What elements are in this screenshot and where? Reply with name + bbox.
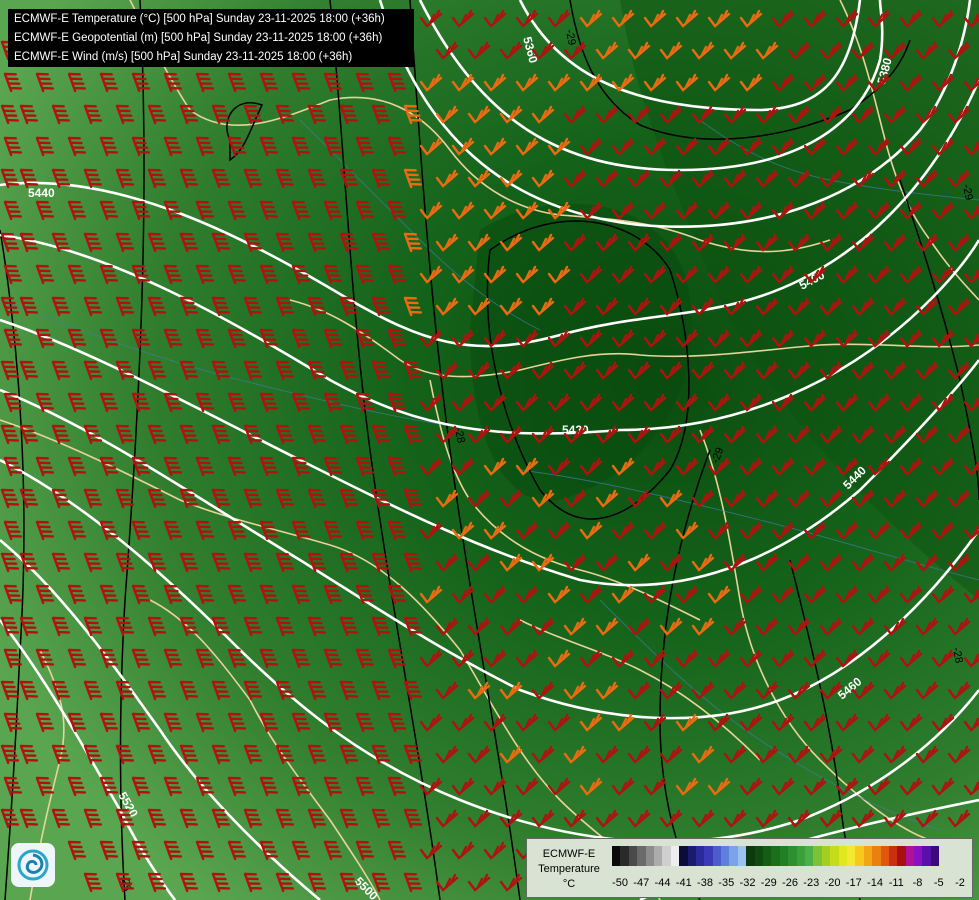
legend-swatch [721,846,730,866]
legend-tick-label: -47 [633,877,650,889]
legend-swatch [897,846,906,866]
legend-swatch [729,846,738,866]
legend-swatch [846,846,856,866]
legend-swatch [612,846,621,866]
legend-swatch [779,846,789,866]
legend-swatch [872,846,881,866]
legend-tick-label: -41 [675,877,692,889]
legend-swatch [796,846,805,866]
legend-tick-label: -26 [782,877,798,889]
legend-swatch [687,846,696,866]
legend-tick-label: -38 [697,877,713,889]
legend-swatch [838,846,847,866]
legend-ticks: -50 -47 -44 -41 -38 -35 -32 -29 -26 -23 -20 -17 -14-… [612,877,972,891]
title-geopotential: ECMWF-E Geopotential (m) [500 hPa] Sunda… [14,32,383,44]
legend-swatch [771,846,780,866]
legend-swatch [737,846,747,866]
legend-tick-label: -17 [845,877,862,889]
legend-swatch [863,846,873,866]
legend-tick-label: -14 [867,877,883,889]
legend-tick-label: -2 [955,877,965,889]
legend-swatch [679,846,688,866]
legend-swatch [746,846,755,866]
temperature-legend: ECMWF-E Temperature °C -50 -47 -44 -41 -38 -3… [526,838,973,898]
title-temperature: ECMWF-E Temperature (°C) [500 hPa] Sunda… [14,13,385,25]
legend-swatch [620,846,629,866]
legend-swatch [763,846,772,866]
legend-swatch [813,846,822,866]
legend-swatch [695,846,705,866]
legend-tick-label: -5 [933,877,944,889]
legend-swatch [930,846,940,866]
geopotential-label: 5440 [28,186,55,200]
legend-tick-label: -23 [803,877,820,889]
weather-map: -29 -28 -29 -29 -28 -25 5360 5380 5440 5… [0,0,979,900]
legend-swatch [855,846,864,866]
legend-swatch [821,846,831,866]
legend-swatch [888,846,898,866]
legend-swatch [830,846,839,866]
legend-tick-label: -50 [612,877,628,889]
legend-swatch [704,846,713,866]
legend-swatch [804,846,814,866]
legend-swatch [645,846,654,866]
legend-swatch [653,846,663,866]
legend-tick-label: -20 [824,877,841,889]
legend-swatch [754,846,764,866]
legend-swatch [712,846,722,866]
legend-title: ECMWF-E Temperature °C [538,848,600,890]
legend-swatch [880,846,889,866]
legend-swatch [905,846,915,866]
legend-swatch [637,846,646,866]
legend-tick-label: -35 [718,877,735,889]
legend-tick-label: -44 [654,877,671,889]
legend-tick-label: -11 [888,877,904,889]
legend-tick-label: -32 [739,877,756,889]
title-wind: ECMWF-E Wind (m/s) [500 hPa] Sunday 23-1… [14,51,353,63]
legend-swatch [670,846,680,866]
legend-swatch [922,846,931,866]
ecmwf-logo [11,843,55,887]
swirl-icon [17,849,49,881]
legend-tick-label: -8 [912,877,923,889]
legend-swatch [788,846,797,866]
legend-color-bar [612,846,940,866]
legend-swatch [914,846,923,866]
map-title-box: ECMWF-E Temperature (°C) [500 hPa] Sunda… [8,9,414,67]
legend-swatch [628,846,638,866]
legend-swatch [662,846,671,866]
legend-tick-label: -29 [760,877,777,889]
